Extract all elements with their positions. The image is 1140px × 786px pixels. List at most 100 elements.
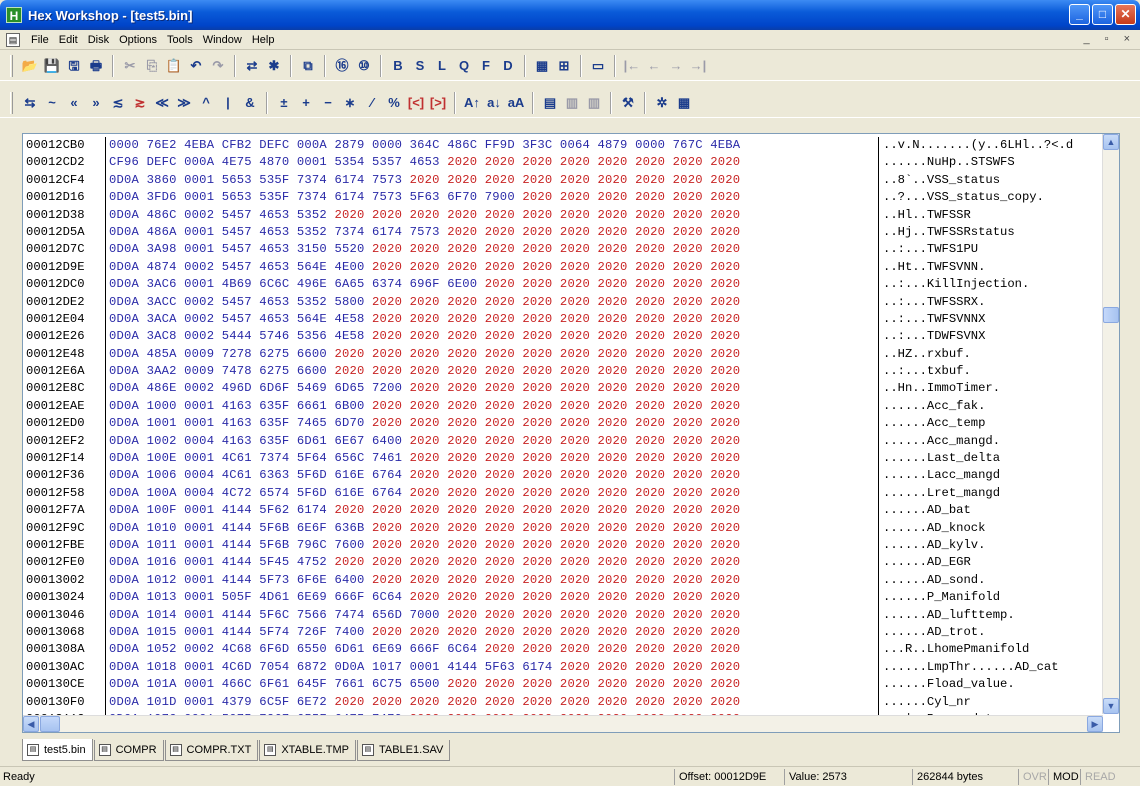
hex-word[interactable]: 2020 [703, 555, 741, 569]
hex-word[interactable]: 7573 [365, 173, 403, 187]
hex-word[interactable]: 2020 [440, 312, 478, 326]
hex-word[interactable]: 5800 [327, 295, 365, 309]
hex-word[interactable]: 0002 [177, 381, 215, 395]
nav-last-icon[interactable]: →| [689, 57, 707, 75]
hex-word[interactable]: 5746 [252, 329, 290, 343]
hex-word[interactable]: 1015 [139, 625, 177, 639]
hex-word[interactable]: 2020 [515, 695, 553, 709]
hex-word[interactable]: 2020 [477, 468, 515, 482]
row-hex-bytes[interactable]: 0D0A 101A 0001 466C 6F61 645F 7661 6C75 … [106, 676, 879, 694]
hex-word[interactable]: 635F [252, 399, 290, 413]
hex-word[interactable]: 2020 [477, 225, 515, 239]
hex-word[interactable]: 7573 [365, 190, 403, 204]
row-ascii[interactable]: ......AD_bat [879, 502, 971, 519]
hex-word[interactable]: 4144 [214, 555, 252, 569]
quad-icon[interactable]: Q [455, 57, 473, 75]
hex-word[interactable]: 0001 [402, 660, 440, 674]
hex-word[interactable]: 0004 [177, 468, 215, 482]
hex-word[interactable]: 2020 [590, 364, 628, 378]
hex-word[interactable]: 6363 [252, 468, 290, 482]
hex-word[interactable]: 2020 [552, 277, 590, 291]
hex-word[interactable]: 2020 [590, 277, 628, 291]
hex-word[interactable]: 6374 [365, 277, 403, 291]
hex-word[interactable]: 2020 [552, 242, 590, 256]
hex-word[interactable]: 7465 [289, 416, 327, 430]
hex-word[interactable]: 2020 [628, 538, 666, 552]
tab-compr[interactable]: ▤ COMPR [93, 740, 164, 761]
hex-word[interactable]: 6764 [365, 486, 403, 500]
hex-word[interactable]: 2020 [552, 364, 590, 378]
hex-word[interactable]: 2020 [440, 538, 478, 552]
hex-word[interactable]: 2020 [552, 329, 590, 343]
hex-word[interactable]: 0000 [628, 138, 666, 152]
menu-file[interactable]: File [26, 34, 54, 46]
hex-word[interactable]: 486E [139, 381, 177, 395]
row-hex-bytes[interactable]: 0D0A 1006 0004 4C61 6363 5F6D 616E 6764 … [106, 467, 879, 485]
hex-word[interactable]: 364C [402, 138, 440, 152]
row-ascii[interactable]: ..:...TWFS1PU [879, 241, 978, 258]
hex-word[interactable]: 7374 [289, 190, 327, 204]
hex-word[interactable]: 2020 [628, 242, 666, 256]
hex-word[interactable]: 2020 [703, 573, 741, 587]
hex-word[interactable]: 2020 [703, 642, 741, 656]
hex-word[interactable]: 2020 [515, 381, 553, 395]
hex-word[interactable]: 2020 [628, 399, 666, 413]
hex-word[interactable]: 0001 [177, 573, 215, 587]
hex-word[interactable]: 2020 [628, 277, 666, 291]
hex-word[interactable]: 2020 [365, 416, 403, 430]
hex-word[interactable]: 2020 [477, 312, 515, 326]
hex-word[interactable]: 2020 [552, 642, 590, 656]
hex-word[interactable]: 2020 [590, 173, 628, 187]
short-icon[interactable]: S [411, 57, 429, 75]
hex-word[interactable]: 2020 [402, 364, 440, 378]
menu-window[interactable]: Window [198, 34, 247, 46]
hex-word[interactable]: 0064 [552, 138, 590, 152]
row-ascii[interactable]: ......AD_lufttemp. [879, 607, 1015, 624]
hex-word[interactable]: 2020 [628, 521, 666, 535]
hex-word[interactable]: 6E69 [289, 590, 327, 604]
hex-word[interactable]: 6D70 [327, 416, 365, 430]
subtract-icon[interactable]: − [319, 94, 337, 112]
print-icon[interactable]: 🖶 [87, 57, 105, 75]
hex-word[interactable]: 2020 [440, 434, 478, 448]
hex-word[interactable]: 0001 [177, 555, 215, 569]
hex-word[interactable]: 2020 [402, 347, 440, 361]
row-ascii[interactable]: ..Ht..TWFSVNN. [879, 259, 985, 276]
hex-word[interactable]: 000A [289, 138, 327, 152]
hex-word[interactable]: 0002 [177, 642, 215, 656]
row-hex-bytes[interactable]: CF96 DEFC 000A 4E75 4870 0001 5354 5357 … [106, 154, 879, 172]
hex-word[interactable]: 2020 [477, 503, 515, 517]
row-hex-bytes[interactable]: 0D0A 486E 0002 496D 6D6F 5469 6D65 7200 … [106, 380, 879, 398]
block-rotate-left-icon[interactable]: ≪ [153, 94, 171, 112]
hex-word[interactable]: 5F63 [402, 190, 440, 204]
hex-word[interactable]: 0D0A [109, 625, 139, 639]
hex-word[interactable]: 2020 [440, 416, 478, 430]
hex-word[interactable]: 100E [139, 451, 177, 465]
row-ascii[interactable]: ..:...TDWFSVNX [879, 328, 985, 345]
hex-word[interactable]: 6764 [365, 468, 403, 482]
hex-word[interactable]: 2020 [552, 538, 590, 552]
hex-word[interactable]: 2020 [440, 503, 478, 517]
hex-word[interactable]: 2020 [552, 208, 590, 222]
hex-word[interactable]: 2020 [365, 573, 403, 587]
hex-word[interactable]: 2020 [665, 347, 703, 361]
row-hex-bytes[interactable]: 0D0A 1018 0001 4C6D 7054 6872 0D0A 1017 … [106, 658, 879, 677]
hex-word[interactable]: 2020 [365, 364, 403, 378]
divide-icon[interactable]: ∕ [363, 94, 381, 112]
hex-word[interactable]: 0D0A [109, 468, 139, 482]
row-hex-bytes[interactable]: 0D0A 1014 0001 4144 5F6C 7566 7474 656D … [106, 606, 879, 624]
struct-icon[interactable]: ▤ [541, 94, 559, 112]
hex-word[interactable]: 0D0A [109, 399, 139, 413]
row-hex-bytes[interactable]: 0D0A 485A 0009 7278 6275 6600 2020 2020 … [106, 345, 879, 364]
hex-word[interactable]: 6400 [327, 573, 365, 587]
hex-word[interactable]: 2020 [477, 155, 515, 169]
hex-word[interactable]: 7000 [402, 608, 440, 622]
menu-disk[interactable]: Disk [83, 34, 114, 46]
hex-word[interactable]: 4163 [214, 416, 252, 430]
hex-word[interactable]: 2020 [552, 573, 590, 587]
hex-word[interactable]: 6C6C [252, 277, 290, 291]
hex-word[interactable]: 6174 [327, 190, 365, 204]
hex-word[interactable]: 6550 [289, 642, 327, 656]
hex-word[interactable]: 5653 [214, 190, 252, 204]
hex-word[interactable]: 6600 [289, 364, 327, 378]
